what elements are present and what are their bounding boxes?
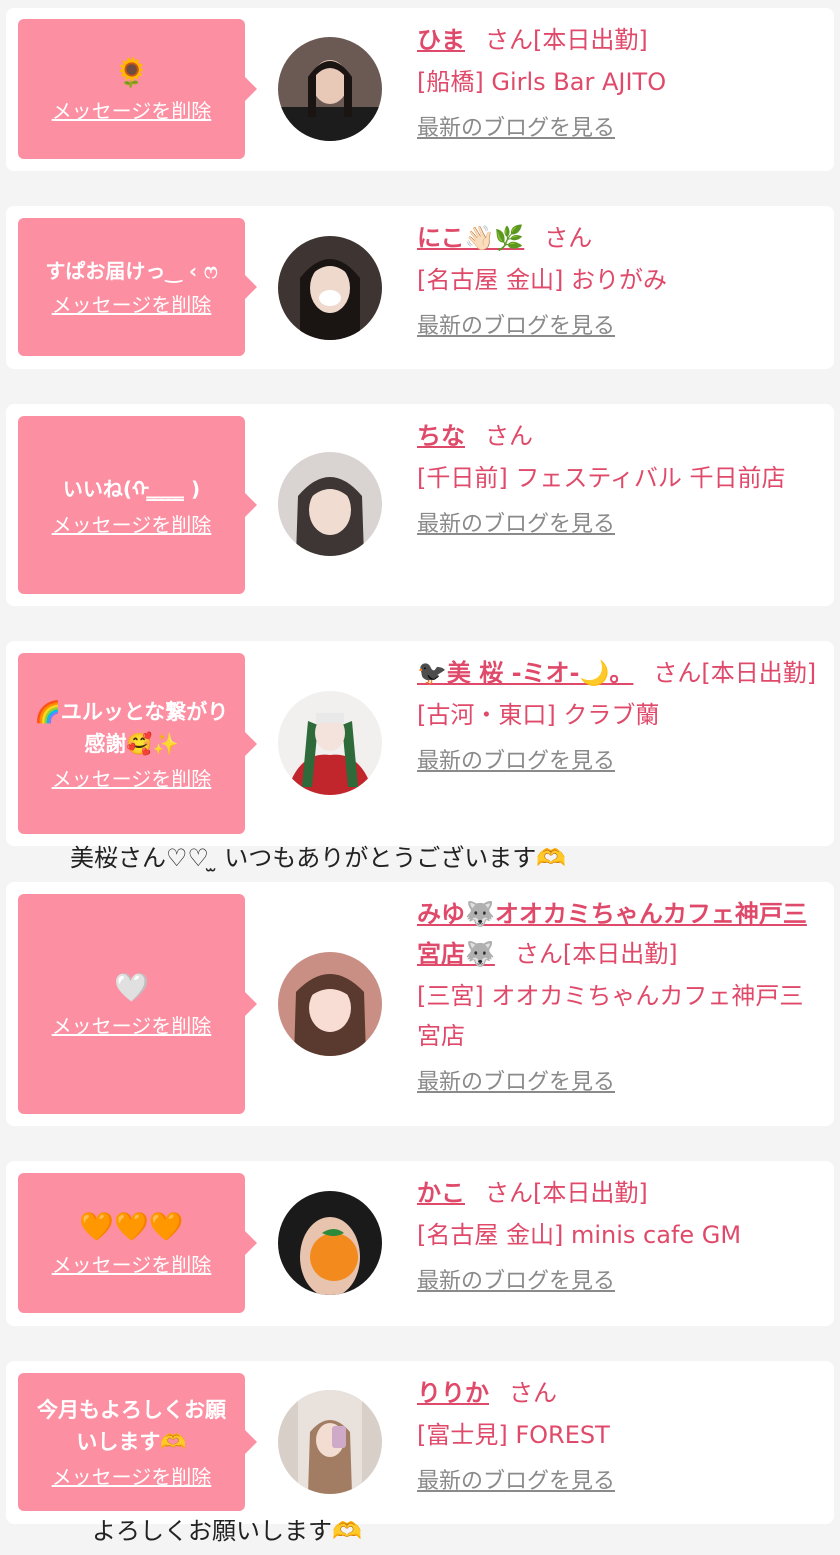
- message-bubble: 今月もよろしくお願いします🫶 メッセージを削除: [18, 1373, 257, 1511]
- cast-name-link[interactable]: ひま: [417, 26, 465, 54]
- shop-name: [三宮] オオカミちゃんカフェ神戸三宮店: [417, 982, 804, 1050]
- blog-link[interactable]: 最新のブログを見る: [417, 1467, 615, 1497]
- cast-name-link[interactable]: ちな: [417, 422, 465, 450]
- honorific: さん: [514, 940, 563, 968]
- avatar[interactable]: [278, 37, 382, 141]
- blog-link[interactable]: 最新のブログを見る: [417, 312, 615, 342]
- shop-name: [千日前] フェスティバル 千日前店: [417, 464, 786, 492]
- avatar[interactable]: [278, 236, 382, 340]
- avatar[interactable]: [278, 452, 382, 556]
- message-text: 🌈ユルッとな繋がり感謝🥰✨: [34, 699, 229, 756]
- message-bubble: いいね(ᡣ ̳ ̳ ̳ ̳ ̳ ) メッセージを削除: [18, 416, 257, 594]
- blog-link[interactable]: 最新のブログを見る: [417, 510, 615, 540]
- work-status: [本日出勤]: [562, 940, 678, 968]
- avatar[interactable]: [278, 1191, 382, 1295]
- honorific: さん: [485, 1179, 533, 1207]
- reply-caption: よろしくお願いします🫶: [92, 1517, 362, 1545]
- honorific: さん: [485, 422, 533, 450]
- shop-name: [名古屋 金山] おりがみ: [417, 266, 667, 294]
- message-text: 🤍: [114, 971, 149, 1004]
- delete-message-link[interactable]: メッセージを削除: [52, 766, 212, 792]
- cast-name-link[interactable]: 🐦‍⬛美 桜 -ミオ-🌙。: [417, 659, 633, 687]
- message-bubble: 🌻 メッセージを削除: [18, 19, 257, 159]
- shop-name: [船橋] Girls Bar AJITO: [417, 68, 667, 96]
- message-card: 今月もよろしくお願いします🫶 メッセージを削除 りりか さん [富士見] FORE…: [6, 1361, 834, 1524]
- message-card: 🌈ユルッとな繋がり感謝🥰✨ メッセージを削除 🐦‍⬛美 桜 -ミオ-🌙。 さん[本…: [6, 641, 834, 846]
- message-bubble: すぱお届けっ‿ ‹ ෆ メッセージを削除: [18, 218, 257, 356]
- delete-message-link[interactable]: メッセージを削除: [52, 98, 212, 124]
- honorific: さん: [509, 1379, 557, 1407]
- avatar[interactable]: [278, 691, 382, 795]
- blog-link[interactable]: 最新のブログを見る: [417, 1267, 615, 1297]
- message-bubble: 🤍 メッセージを削除: [18, 894, 257, 1114]
- message-card: 🤍 メッセージを削除 みゆ🐺オオカミちゃんカフェ神戸三宮店🐺 さん[本日出勤] […: [6, 882, 834, 1126]
- message-text: 🌻: [114, 56, 149, 89]
- message-card: 🌻 メッセージを削除 ひま さん[本日出勤] [船橋] Girls Bar AJI…: [6, 8, 834, 171]
- message-text: 今月もよろしくお願いします🫶: [37, 1398, 226, 1454]
- message-card: いいね(ᡣ ̳ ̳ ̳ ̳ ̳ ) メッセージを削除 ちな さん [千日前] フェ…: [6, 404, 834, 606]
- honorific: さん: [653, 659, 702, 687]
- cast-name-link[interactable]: にこ👋🏻🌿: [417, 224, 524, 252]
- work-status: [本日出勤]: [701, 659, 817, 687]
- delete-message-link[interactable]: メッセージを削除: [52, 292, 212, 318]
- work-status: [本日出勤]: [533, 1179, 648, 1207]
- message-text: いいね(ᡣ ̳ ̳ ̳ ̳ ̳ ): [62, 477, 201, 501]
- message-text: 🧡🧡🧡: [79, 1210, 184, 1243]
- avatar[interactable]: [278, 952, 382, 1056]
- avatar[interactable]: [278, 1390, 382, 1494]
- blog-link[interactable]: 最新のブログを見る: [417, 1068, 615, 1098]
- honorific: さん: [485, 26, 533, 54]
- message-bubble: 🌈ユルッとな繋がり感謝🥰✨ メッセージを削除: [18, 653, 257, 834]
- message-card: すぱお届けっ‿ ‹ ෆ メッセージを削除 にこ👋🏻🌿 さん [名古屋 金山] おり…: [6, 206, 834, 369]
- message-bubble: 🧡🧡🧡 メッセージを削除: [18, 1173, 257, 1313]
- cast-name-link[interactable]: かこ: [417, 1179, 465, 1207]
- cast-name-link[interactable]: りりか: [417, 1379, 489, 1407]
- blog-link[interactable]: 最新のブログを見る: [417, 114, 615, 144]
- delete-message-link[interactable]: メッセージを削除: [52, 1013, 212, 1039]
- delete-message-link[interactable]: メッセージを削除: [52, 1252, 212, 1278]
- reply-caption: 美桜さん♡♡ ̫ いつもありがとうございます🫶: [70, 844, 567, 872]
- shop-name: [富士見] FOREST: [417, 1421, 610, 1449]
- delete-message-link[interactable]: メッセージを削除: [52, 1464, 212, 1490]
- blog-link[interactable]: 最新のブログを見る: [417, 747, 615, 777]
- message-card: 🧡🧡🧡 メッセージを削除 かこ さん[本日出勤] [名古屋 金山] minis c…: [6, 1161, 834, 1326]
- shop-name: [名古屋 金山] minis cafe GM: [417, 1221, 742, 1249]
- message-text: すぱお届けっ‿ ‹ ෆ: [45, 259, 218, 283]
- delete-message-link[interactable]: メッセージを削除: [52, 512, 212, 538]
- shop-name: [古河・東口] クラブ蘭: [417, 701, 660, 729]
- honorific: さん: [544, 224, 593, 252]
- work-status: [本日出勤]: [533, 26, 648, 54]
